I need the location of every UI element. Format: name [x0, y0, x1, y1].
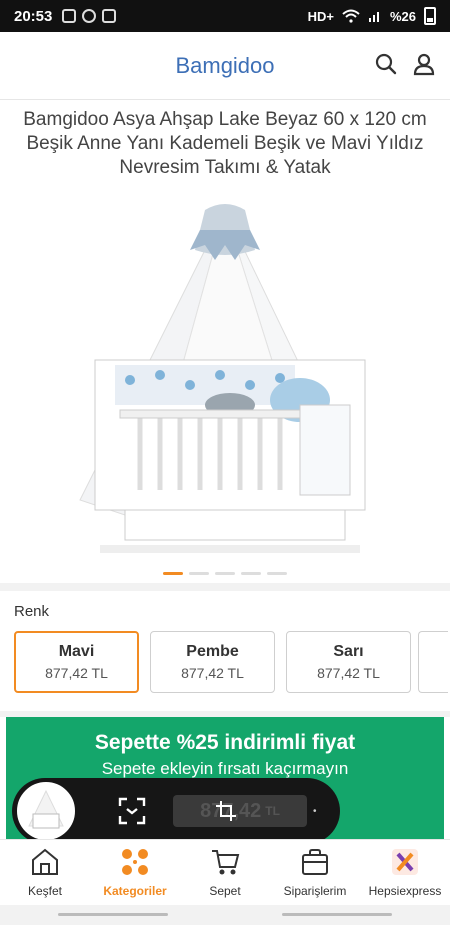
carousel-dot[interactable]: [163, 572, 183, 575]
variant-options: Mavi 877,42 TL Pembe 877,42 TL Sarı 877,…: [14, 631, 411, 693]
nav-label: Kategoriler: [103, 884, 167, 898]
brand-logo[interactable]: Bamgidoo: [175, 53, 274, 79]
floating-thumbnail[interactable]: [15, 780, 77, 842]
variant-option-mavi[interactable]: Mavi 877,42 TL: [14, 631, 139, 693]
product-title: Bamgidoo Asya Ahşap Lake Beyaz 60 x 120 …: [23, 109, 427, 178]
wifi-icon: [342, 9, 360, 23]
signal-icon: [368, 12, 379, 22]
nav-label: Siparişlerim: [283, 884, 347, 898]
carousel-dot[interactable]: [241, 572, 261, 575]
promo-title: Sepette %25 indirimli fiyat: [94, 731, 356, 754]
variant-label: Renk: [14, 603, 50, 620]
floating-price-currency: TL: [265, 804, 280, 818]
variant-price: 877,42 TL: [181, 665, 244, 681]
floating-scan-bar[interactable]: 877,42 TL •: [12, 778, 340, 844]
home-icon: [29, 846, 61, 878]
bottom-navigation: Keşfet Kategoriler Sepet Siparişlerim He…: [0, 839, 450, 905]
status-bar: 20:53 HD+ %26: [0, 0, 450, 32]
section-divider: [0, 583, 450, 591]
orders-icon: [299, 846, 331, 878]
variant-price: 877,42 TL: [317, 665, 380, 681]
nav-label: Hepsiexpress: [368, 884, 442, 898]
nav-item-siparislerim[interactable]: Siparişlerim: [270, 840, 360, 905]
variant-name: Mavi: [58, 643, 95, 660]
variant-price: 877,42 TL: [45, 665, 108, 681]
crop-icon[interactable]: [215, 800, 237, 822]
variant-section: Renk Mavi 877,42 TL Pembe 877,42 TL Sarı…: [0, 591, 450, 711]
carousel-dots: [0, 572, 450, 575]
floating-price: 877,42 TL: [173, 795, 307, 827]
variant-option-pembe[interactable]: Pembe 877,42 TL: [150, 631, 275, 693]
status-time: 20:53: [14, 7, 53, 25]
carousel-dot[interactable]: [215, 572, 235, 575]
overlay-dot: •: [313, 805, 317, 817]
nav-item-kesfet[interactable]: Keşfet: [0, 840, 90, 905]
network-label: HD+: [307, 8, 334, 24]
hepsiexpress-icon: [389, 846, 421, 878]
battery-percent: %26: [389, 8, 416, 24]
gallery-icon: [62, 9, 77, 23]
app-header: Bamgidoo: [0, 32, 450, 100]
nav-label: Keşfet: [27, 884, 63, 898]
carousel-dot[interactable]: [267, 572, 287, 575]
user-icon[interactable]: [412, 52, 436, 76]
notification-icons: [62, 9, 117, 23]
google-icon: [82, 9, 97, 23]
variant-name: Sarı: [333, 643, 364, 660]
nav-item-hepsiexpress[interactable]: Hepsiexpress: [360, 840, 450, 905]
search-icon[interactable]: [374, 52, 398, 76]
product-image[interactable]: [0, 190, 450, 570]
status-right: HD+ %26: [308, 7, 436, 25]
gesture-bar[interactable]: [58, 913, 168, 916]
carousel-dot[interactable]: [189, 572, 209, 575]
scan-icon[interactable]: [117, 796, 147, 826]
gesture-bar[interactable]: [282, 913, 392, 916]
promo-subtitle: Sepete ekleyin fırsatı kaçırmayın: [101, 759, 349, 778]
battery-icon: [424, 7, 436, 25]
categories-icon: [119, 846, 151, 878]
nav-item-kategoriler[interactable]: Kategoriler: [90, 840, 180, 905]
variant-name: Pembe: [186, 643, 239, 660]
app-notification-icon: [102, 9, 117, 23]
variant-option-sari[interactable]: Sarı 877,42 TL: [286, 631, 411, 693]
crib-illustration: [79, 204, 366, 553]
crib-thumbnail-icon: [28, 789, 64, 829]
nav-item-sepet[interactable]: Sepet: [180, 840, 270, 905]
variant-option-partial[interactable]: [418, 631, 448, 693]
cart-icon: [209, 846, 241, 878]
nav-label: Sepet: [209, 884, 241, 898]
